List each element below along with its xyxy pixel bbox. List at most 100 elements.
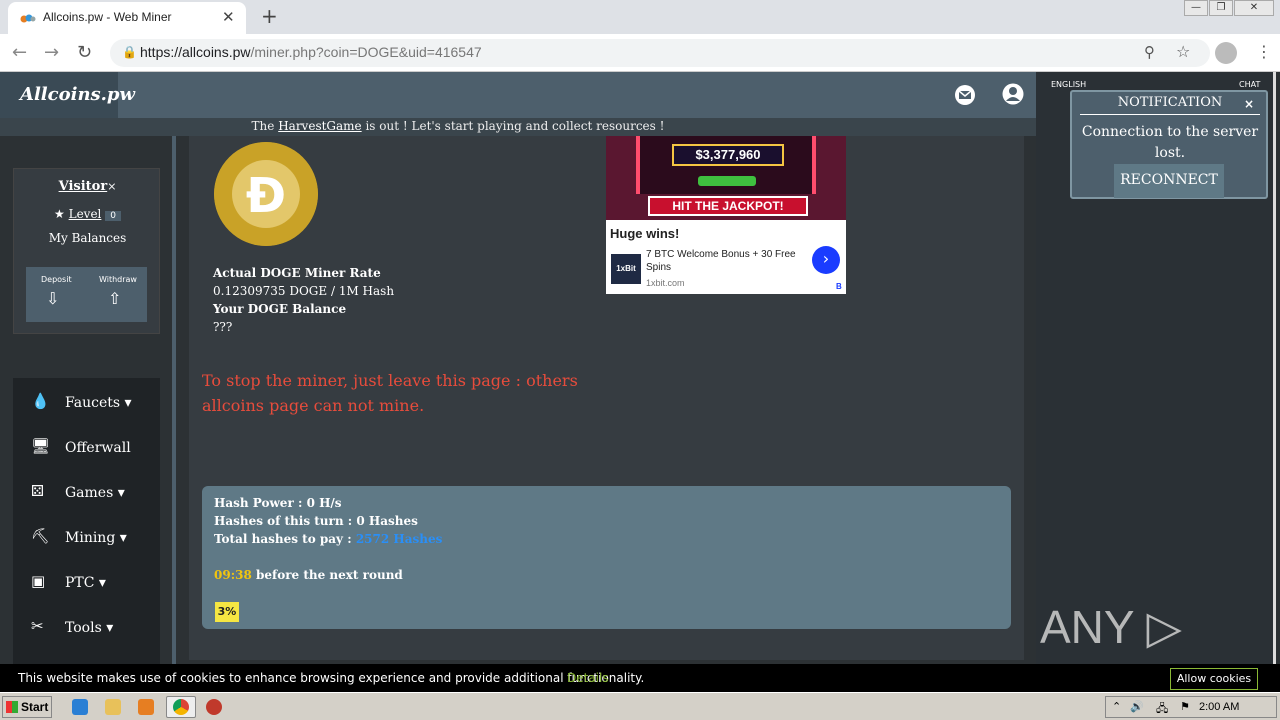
ad-headline: Huge wins! [610,226,680,241]
visitor-name[interactable]: Visitor× [14,179,161,194]
tab-english[interactable]: ENGLISH [1051,80,1086,89]
sidebar-item-games[interactable]: ⚄ Games ▾ [13,470,160,515]
total-hashes-row: Total hashes to pay : 2572 Hashes [214,532,443,546]
my-balances[interactable]: My Balances [14,231,161,245]
advertisement[interactable]: $3,377,960 HIT THE JACKPOT! Huge wins! 1… [606,136,846,294]
tray-arrow-icon[interactable]: ⌃ [1112,700,1121,713]
hash-stats-panel: Hash Power : 0 H/s Hashes of this turn :… [202,486,1011,629]
notification-popup: NOTIFICATION × Connection to the server … [1070,90,1268,199]
ie-icon[interactable] [72,699,88,715]
ad-jackpot-amount: $3,377,960 [672,144,784,166]
notification-close-icon[interactable]: × [1244,97,1254,111]
wrench-icon: ✂ [31,617,44,635]
allow-cookies-button[interactable]: Allow cookies [1170,668,1258,690]
deposit-icon[interactable]: ⇩ [46,289,64,309]
deposit-withdraw-box: Deposit Withdraw ⇩ ⇧ [26,267,147,322]
window-close-button[interactable]: ✕ [1234,0,1274,16]
chrome-icon [173,699,189,715]
ad-image: $3,377,960 HIT THE JACKPOT! [606,136,846,220]
balance-title: Your DOGE Balance [213,302,347,316]
start-button[interactable]: Start [2,696,52,718]
notification-message: Connection to the server lost. [1081,124,1259,161]
window-minimize-button[interactable]: — [1184,0,1208,16]
tab-title: Allcoins.pw - Web Miner [43,10,172,24]
ad-site: 1xbit.com [646,278,685,288]
site-logo[interactable]: Allcoins.pw [0,72,135,118]
ad-brand-logo: 1xBit [611,254,641,284]
favicon-icon [20,14,36,23]
reconnect-button[interactable]: RECONNECT [1114,164,1224,198]
tab-close-icon[interactable]: ✕ [222,8,235,26]
stop-icon[interactable] [206,699,222,715]
ad-jackpot-banner: HIT THE JACKPOT! [648,196,808,216]
browser-tab-bar: Allcoins.pw - Web Miner ✕ + — ❐ ✕ [0,0,1280,34]
back-icon[interactable]: ← [12,42,27,63]
balance-value: ??? [213,320,233,334]
sidebar-item-ptc[interactable]: ▣ PTC ▾ [13,560,160,605]
ad-text: 7 BTC Welcome Bonus + 30 Free Spins [646,249,796,273]
forward-icon[interactable]: → [44,42,59,63]
user-profile-icon[interactable] [1002,82,1024,106]
level-link[interactable]: Level [69,207,102,221]
withdraw-icon[interactable]: ⇧ [108,289,126,309]
url-bar[interactable]: 🔒 https://allcoins.pw/miner.php?coin=DOG… [110,39,1210,67]
cookie-details-link[interactable]: Details [567,671,609,685]
sidebar-menu: 💧 Faucets ▾ 🖥 Offerwall ⚄ Games ▾ ⛏ Mining ▾… [13,378,160,668]
deposit-label: Deposit [41,275,72,284]
right-panel-tabs: ENGLISH CHAT [1036,72,1276,90]
chrome-taskbar-button[interactable] [166,696,196,718]
profile-avatar-icon[interactable] [1215,42,1237,64]
level-badge: 0 [105,211,121,221]
right-panel-scrollbar[interactable] [1273,72,1276,672]
ad-arrow-icon[interactable]: › [812,246,840,274]
windows-taskbar: Start ⌃ 🔊 🖧 ⚑ 2:00 AM [0,692,1280,720]
dogecoin-logo-icon: Ð [214,142,318,246]
cookie-message: This website makes use of cookies to enh… [18,671,645,685]
progress-badge: 3% [215,602,239,622]
explorer-icon[interactable] [105,699,121,715]
reload-icon[interactable]: ↻ [77,42,92,63]
mail-icon[interactable] [954,84,976,106]
rate-value: 0.12309735 DOGE / 1M Hash [213,284,395,298]
lock-icon: 🔒 [122,45,137,59]
svg-text:Ð: Ð [246,168,286,224]
zoom-icon[interactable]: ⚲ [1144,43,1155,61]
hashes-turn-row: Hashes of this turn : 0 Hashes [214,514,418,528]
sidebar-item-mining[interactable]: ⛏ Mining ▾ [13,515,160,560]
media-player-icon[interactable] [138,699,154,715]
sidebar-item-faucets[interactable]: 💧 Faucets ▾ [13,380,160,425]
visitor-panel: Visitor× ★ Level 0 My Balances Deposit W… [13,168,160,334]
network-icon[interactable]: 🖧 [1156,700,1168,719]
bookmark-star-icon[interactable]: ☆ [1176,42,1190,61]
level-row: ★ Level 0 [14,207,161,221]
taskbar-clock: 2:00 AM [1199,701,1240,713]
browser-menu-icon[interactable]: ⋮ [1256,42,1272,61]
monitor-icon: 🖥 [31,437,51,455]
harvestgame-link[interactable]: HarvestGame [278,119,361,133]
hashes-turn-value: 0 Hashes [356,514,418,528]
sidebar-item-tools[interactable]: ✂ Tools ▾ [13,605,160,650]
rate-title: Actual DOGE Miner Rate [213,266,381,280]
flag-icon[interactable]: ⚑ [1180,700,1190,713]
hash-power-row: Hash Power : 0 H/s [214,496,342,510]
drop-icon: 💧 [31,392,50,410]
sidebar-item-offerwall[interactable]: 🖥 Offerwall [13,425,160,470]
window-restore-button[interactable]: ❐ [1209,0,1233,16]
timer-row: 09:38 before the next round [214,568,403,582]
star-icon: ★ [54,207,65,221]
ad-badge: B [836,282,842,291]
announcement-bar: The HarvestGame is out ! Let's start pla… [0,118,1036,136]
sidebar-scrollbar[interactable] [172,136,176,666]
withdraw-label: Withdraw [99,275,137,284]
volume-icon[interactable]: 🔊 [1130,700,1144,713]
browser-tab[interactable]: Allcoins.pw - Web Miner ✕ [8,2,246,34]
new-tab-button[interactable]: + [261,4,278,28]
system-tray: ⌃ 🔊 🖧 ⚑ [1105,696,1277,718]
url-text[interactable]: https://allcoins.pw/miner.php?coin=DOGE&… [140,44,482,60]
dice-icon: ⚄ [31,482,45,500]
cookie-bar: This website makes use of cookies to enh… [0,664,1280,692]
notification-title: NOTIFICATION [1080,95,1260,115]
tab-chat[interactable]: CHAT [1239,80,1260,89]
address-toolbar: ← → ↻ 🔒 https://allcoins.pw/miner.php?co… [0,34,1280,72]
slot-button-graphic [698,176,756,186]
